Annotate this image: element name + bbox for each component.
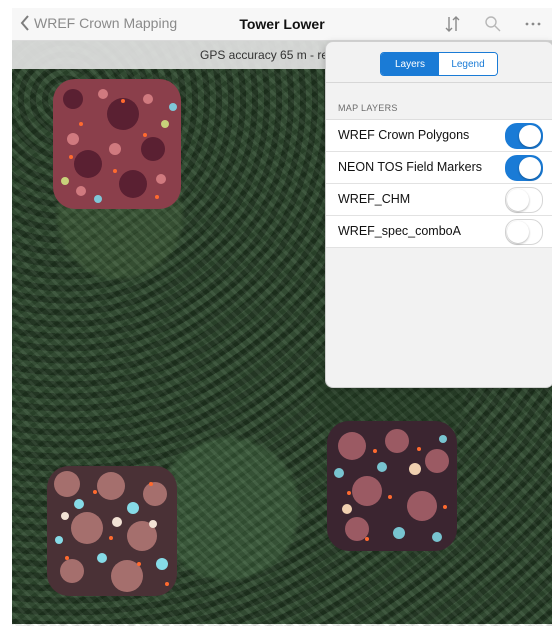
imagery-patch (47, 466, 177, 596)
back-label: WREF Crown Mapping (34, 15, 178, 31)
layer-row-wref-crown-polygons[interactable]: WREF Crown Polygons (326, 120, 552, 152)
toggle-knob (507, 221, 529, 243)
layer-label: WREF_CHM (338, 192, 411, 206)
toggle-knob (519, 125, 541, 147)
layer-row-wref-chm[interactable]: WREF_CHM (326, 184, 552, 216)
layer-toggle[interactable] (505, 123, 543, 149)
tab-layers[interactable]: Layers (381, 53, 439, 75)
layer-label: NEON TOS Field Markers (338, 160, 483, 174)
toggle-knob (519, 157, 541, 179)
navigation-actions (442, 14, 544, 34)
more-icon[interactable] (522, 14, 544, 34)
imagery-patch (53, 79, 181, 209)
search-icon[interactable] (482, 14, 504, 34)
layers-panel: Layers Legend MAP LAYERS WREF Crown Poly… (325, 41, 552, 388)
layer-toggle[interactable] (505, 155, 543, 181)
layer-toggle[interactable] (505, 219, 543, 245)
layer-toggle[interactable] (505, 187, 543, 213)
layer-list: WREF Crown Polygons NEON TOS Field Marke… (326, 119, 552, 248)
panel-divider (326, 82, 552, 83)
layer-label: WREF Crown Polygons (338, 128, 470, 142)
back-button[interactable]: WREF Crown Mapping (20, 15, 177, 31)
layer-label: WREF_spec_comboA (338, 224, 461, 238)
imagery-patch (327, 421, 457, 551)
section-title: MAP LAYERS (338, 103, 398, 113)
sort-icon[interactable] (442, 14, 464, 34)
navigation-bar: WREF Crown Mapping Tower Lower (12, 8, 552, 41)
toggle-knob (507, 189, 529, 211)
gps-accuracy-text: GPS accuracy 65 m - requ (200, 48, 342, 62)
app-frame: WREF Crown Mapping Tower Lower GPS accur… (0, 0, 552, 626)
layer-row-neon-tos-field-markers[interactable]: NEON TOS Field Markers (326, 152, 552, 184)
tab-legend[interactable]: Legend (439, 53, 497, 75)
layer-row-wref-spec-comboa[interactable]: WREF_spec_comboA (326, 216, 552, 248)
chevron-left-icon (20, 15, 30, 31)
layers-legend-toggle[interactable]: Layers Legend (380, 52, 498, 76)
